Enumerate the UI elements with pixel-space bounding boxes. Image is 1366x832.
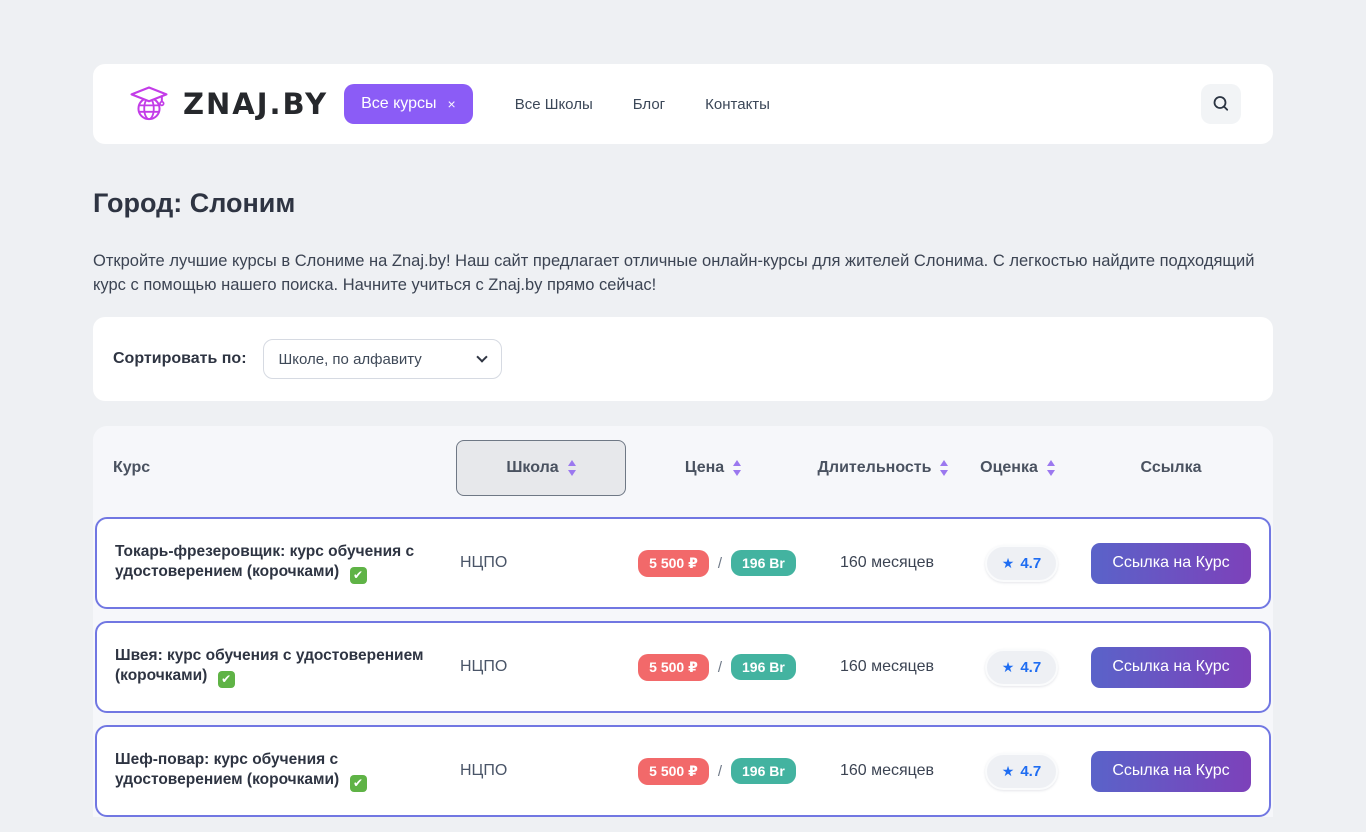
rating-cell: ★ 4.7: [970, 752, 1073, 790]
table-row: Токарь-фрезеровщик: курс обучения с удос…: [95, 517, 1271, 609]
close-icon[interactable]: ×: [448, 96, 456, 112]
school-name: НЦПО: [460, 554, 508, 571]
check-icon: ✔: [349, 774, 367, 792]
column-header-price-label: Цена: [684, 459, 725, 476]
nav-item-blog[interactable]: Блог: [633, 96, 665, 113]
course-title: Токарь-фрезеровщик: курс обучения с удос…: [115, 543, 415, 581]
column-header-duration[interactable]: Длительность: [800, 459, 966, 477]
price-rub-badge: 5 500 ₽: [638, 549, 709, 577]
search-button[interactable]: [1201, 84, 1241, 124]
duration-value: 160 месяцев: [839, 762, 935, 779]
price-br-badge: 196 Br: [731, 654, 796, 680]
rating-cell: ★ 4.7: [970, 544, 1073, 582]
main-nav: Все Школы Блог Контакты: [515, 96, 770, 113]
site-header: ZNAJ.BY Все курсы × Все Школы Блог Конта…: [93, 64, 1273, 144]
site-logo[interactable]: ZNAJ.BY: [127, 82, 328, 126]
course-cell: Шеф-повар: курс обучения с удостоверение…: [97, 750, 460, 792]
price-cell: 5 500 ₽ / 196 Br: [630, 653, 804, 681]
rating-cell: ★ 4.7: [970, 648, 1073, 686]
duration-value: 160 месяцев: [839, 658, 935, 675]
school-name: НЦПО: [460, 762, 508, 779]
page-container: ZNAJ.BY Все курсы × Все Школы Блог Конта…: [93, 64, 1273, 817]
column-header-school-label: Школа: [506, 459, 559, 476]
all-courses-label: Все курсы: [361, 95, 437, 112]
course-title: Швея: курс обучения с удостоверением (ко…: [115, 647, 424, 685]
sort-section: Сортировать по: Школе, по алфавиту: [93, 317, 1273, 401]
course-cell: Токарь-фрезеровщик: курс обучения с удос…: [97, 542, 460, 584]
sort-selected-value: Школе, по алфавиту: [278, 350, 422, 368]
page-description: Откройте лучшие курсы в Слониме на Znaj.…: [93, 252, 1255, 294]
table-rows: Токарь-фрезеровщик: курс обучения с удос…: [93, 510, 1273, 817]
sort-arrows-icon: [567, 460, 576, 476]
column-header-school[interactable]: Школа: [456, 440, 626, 496]
link-cell: Ссылка на Курс: [1073, 646, 1269, 688]
duration-value: 160 месяцев: [839, 554, 935, 571]
price-separator: /: [717, 554, 723, 572]
chevron-down-icon: [475, 351, 488, 363]
school-name: НЦПО: [460, 658, 508, 675]
price-separator: /: [717, 762, 723, 780]
course-title: Шеф-повар: курс обучения с удостоверение…: [115, 751, 340, 789]
course-link-button[interactable]: Ссылка на Курс: [1091, 750, 1251, 792]
rating-value: 4.7: [1020, 762, 1042, 780]
column-header-course: Курс: [113, 459, 151, 476]
link-cell: Ссылка на Курс: [1073, 542, 1269, 584]
price-separator: /: [717, 658, 723, 676]
page-title: Город: Слоним: [93, 188, 296, 218]
column-header-rating-label: Оценка: [980, 459, 1038, 476]
star-icon: ★: [1001, 658, 1015, 675]
check-icon: ✔: [349, 566, 367, 584]
graduation-cap-globe-icon: [130, 86, 168, 121]
rating-badge: ★ 4.7: [984, 544, 1059, 582]
sort-arrows-icon: [940, 460, 949, 476]
table-row: Швея: курс обучения с удостоверением (ко…: [95, 621, 1271, 713]
all-courses-filter-button[interactable]: Все курсы ×: [344, 84, 473, 124]
column-header-price[interactable]: Цена: [626, 459, 800, 477]
column-header-duration-label: Длительность: [817, 459, 932, 476]
price-cell: 5 500 ₽ / 196 Br: [630, 549, 804, 577]
price-br-badge: 196 Br: [731, 758, 796, 784]
star-icon: ★: [1001, 554, 1015, 571]
logo-text: ZNAJ.BY: [183, 87, 329, 121]
price-br-badge: 196 Br: [731, 550, 796, 576]
course-cell: Швея: курс обучения с удостоверением (ко…: [97, 646, 460, 688]
courses-table: Курс Школа Цена Длительность Оценка Ссыл…: [93, 426, 1273, 817]
rating-value: 4.7: [1020, 554, 1042, 572]
sort-arrows-icon: [1046, 460, 1055, 476]
sort-dropdown[interactable]: Школе, по алфавиту: [262, 339, 502, 379]
course-link-button[interactable]: Ссылка на Курс: [1091, 542, 1251, 584]
rating-badge: ★ 4.7: [984, 648, 1059, 686]
sort-label: Сортировать по:: [113, 350, 247, 367]
rating-badge: ★ 4.7: [984, 752, 1059, 790]
price-rub-badge: 5 500 ₽: [638, 653, 709, 681]
column-header-rating[interactable]: Оценка: [966, 459, 1069, 477]
table-row: Шеф-повар: курс обучения с удостоверение…: [95, 725, 1271, 817]
table-header-row: Курс Школа Цена Длительность Оценка Ссыл…: [93, 426, 1273, 510]
nav-item-schools[interactable]: Все Школы: [515, 96, 593, 113]
rating-value: 4.7: [1020, 658, 1042, 676]
column-header-link: Ссылка: [1140, 459, 1202, 476]
link-cell: Ссылка на Курс: [1073, 750, 1269, 792]
price-cell: 5 500 ₽ / 196 Br: [630, 757, 804, 785]
nav-item-contacts[interactable]: Контакты: [705, 96, 770, 113]
sort-arrows-icon: [733, 460, 742, 476]
star-icon: ★: [1001, 762, 1015, 779]
price-rub-badge: 5 500 ₽: [638, 757, 709, 785]
search-icon: [1213, 96, 1229, 111]
check-icon: ✔: [217, 670, 235, 688]
course-link-button[interactable]: Ссылка на Курс: [1091, 646, 1251, 688]
